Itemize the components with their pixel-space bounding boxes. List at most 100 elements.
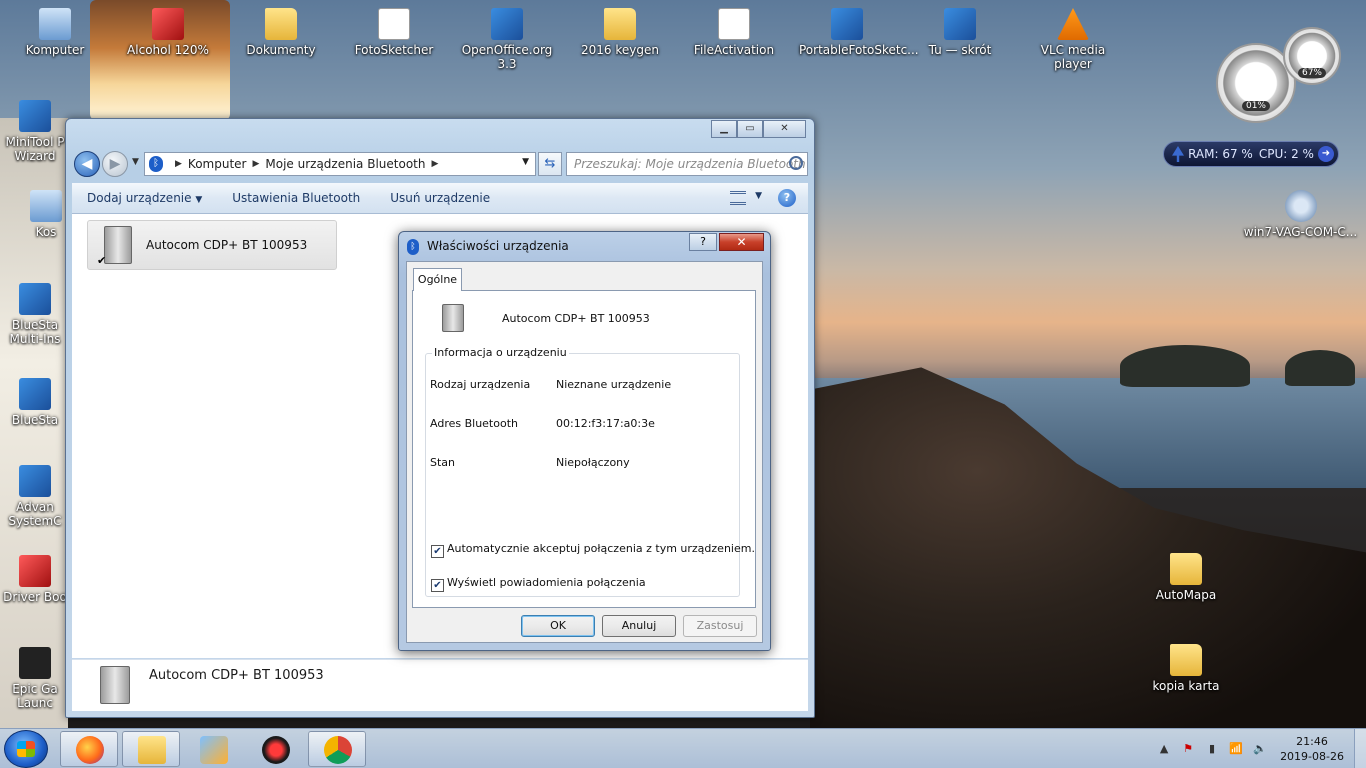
windows-logo-icon: [17, 741, 35, 757]
volume-icon[interactable]: 🔈: [1252, 741, 1268, 757]
start-button[interactable]: [4, 730, 48, 768]
network-signal-icon[interactable]: 📶: [1228, 741, 1244, 757]
desktop-icon-alcohol[interactable]: Alcohol 120%: [120, 8, 216, 57]
back-button[interactable]: ◀: [74, 151, 100, 177]
search-icon[interactable]: [789, 156, 803, 170]
apply-button[interactable]: Zastosuj: [683, 615, 757, 637]
taskbar: ▲ ⚑ ▮ 📶 🔈 21:46 2019-08-26: [0, 728, 1366, 768]
navigation-bar: ◀ ▶ ▼ ᛒ ▶ Komputer ▶ Moje urządzenia Blu…: [72, 149, 808, 179]
show-desktop-button[interactable]: [1354, 729, 1366, 768]
device-type-value: Nieznane urządzenie: [556, 378, 672, 391]
desktop-icon-minitool[interactable]: MiniTool P Wizard: [0, 100, 70, 163]
desktop-icon-driver-booster[interactable]: Driver Boo: [0, 555, 70, 604]
gear-icon: [1284, 190, 1317, 222]
computer-tower-icon: ✔: [97, 226, 132, 267]
close-button[interactable]: ✕: [719, 233, 764, 251]
recycle-bin-icon: [30, 190, 62, 222]
ok-button[interactable]: OK: [521, 615, 595, 637]
desktop-icon-fileactivation[interactable]: FileActivation: [686, 8, 782, 57]
chevron-right-icon[interactable]: ▶: [431, 159, 438, 169]
arrow-right-icon[interactable]: ➜: [1318, 146, 1334, 162]
breadcrumb-bluetooth-devices[interactable]: Moje urządzenia Bluetooth: [265, 157, 425, 171]
show-notifications-checkbox[interactable]: ✔ Wyświetl powiadomienia połączenia: [431, 576, 646, 592]
breadcrumb-computer[interactable]: Komputer: [188, 157, 247, 171]
taskbar-explorer[interactable]: [122, 731, 180, 767]
shortcut-icon: [944, 8, 976, 40]
desktop-icon-computer[interactable]: Komputer: [7, 8, 103, 57]
taskbar-media-player[interactable]: [184, 731, 242, 767]
desktop-icon-advanced-systemcare[interactable]: Advan SystemC: [0, 465, 70, 528]
checkbox-checked[interactable]: ✔: [431, 545, 444, 558]
device-tile[interactable]: ✔ Autocom CDP+ BT 100953: [87, 220, 337, 270]
clock-date: 2019-08-26: [1280, 750, 1344, 763]
dialog-body: Ogólne Autocom CDP+ BT 100953 Informacja…: [406, 261, 763, 643]
remove-device-button[interactable]: Usuń urządzenie: [375, 191, 505, 205]
cancel-button[interactable]: Anuluj: [602, 615, 676, 637]
folder-icon: [138, 736, 166, 764]
bluetooth-settings-button[interactable]: Ustawienia Bluetooth: [217, 191, 375, 205]
taskbar-app-red[interactable]: [246, 731, 304, 767]
search-placeholder: Przeszukaj: Moje urządzenia Bluetooth: [574, 157, 806, 171]
computer-tower-icon: [100, 666, 130, 704]
gear-icon: [262, 736, 290, 764]
desktop-icon-keygen[interactable]: 2016 keygen: [572, 8, 668, 57]
add-device-button[interactable]: Dodaj urządzenie ▼: [72, 191, 217, 205]
battery-icon[interactable]: ▮: [1204, 741, 1220, 757]
chevron-down-icon[interactable]: ▼: [755, 191, 762, 201]
desktop-icon-portablefotosketcher[interactable]: PortableFotoSketc...: [799, 8, 919, 57]
device-info-group: Informacja o urządzeniu Rodzaj urządzeni…: [425, 346, 755, 597]
group-title: Informacja o urządzeniu: [432, 346, 569, 359]
system-tray: ▲ ⚑ ▮ 📶 🔈 21:46 2019-08-26: [1152, 729, 1366, 768]
memory-gauge-gadget[interactable]: 67%: [1283, 27, 1341, 85]
close-button[interactable]: ✕: [763, 120, 806, 138]
rocket-icon: [1172, 146, 1184, 162]
computer-icon: [39, 8, 71, 40]
desktop-icon-vlc[interactable]: VLC media player: [1025, 8, 1121, 71]
change-view-icon[interactable]: [730, 191, 746, 205]
checkbox-checked[interactable]: ✔: [431, 579, 444, 592]
ram-cpu-meter-gadget[interactable]: RAM: 67 % CPU: 2 % ➜: [1163, 141, 1339, 167]
desktop-icon-openoffice[interactable]: OpenOffice.org 3.3: [459, 8, 555, 71]
forward-button[interactable]: ▶: [102, 151, 128, 177]
device-properties-dialog: ᛒ Właściwości urządzenia ? ✕ Ogólne Auto…: [398, 231, 771, 651]
desktop-icon-epic-games[interactable]: Epic Ga Launc: [0, 647, 70, 710]
help-icon[interactable]: ?: [778, 189, 796, 207]
address-bar[interactable]: ᛒ ▶ Komputer ▶ Moje urządzenia Bluetooth…: [144, 152, 536, 176]
tab-general[interactable]: Ogólne: [413, 268, 462, 291]
status-value: Niepołączony: [556, 456, 630, 469]
show-hidden-icons-icon[interactable]: ▲: [1156, 741, 1172, 757]
systemcare-icon: [19, 465, 51, 497]
taskbar-firefox[interactable]: [60, 731, 118, 767]
help-button[interactable]: ?: [689, 233, 717, 251]
folder-icon: [265, 8, 297, 40]
auto-accept-checkbox[interactable]: ✔ Automatycznie akceptuj połączenia z tym…: [431, 542, 755, 558]
media-player-icon: [200, 736, 228, 764]
recent-pages-dropdown[interactable]: ▼: [132, 157, 139, 167]
refresh-button[interactable]: ⇆: [538, 152, 562, 176]
taskbar-chrome[interactable]: [308, 731, 366, 767]
chevron-right-icon[interactable]: ▶: [252, 159, 259, 169]
memory-gauge-value: 67%: [1297, 68, 1326, 78]
fotosketcher-icon: [378, 8, 410, 40]
desktop-icon-automapa[interactable]: AutoMapa: [1138, 553, 1234, 602]
address-dropdown-icon[interactable]: ▼: [522, 157, 529, 167]
desktop-icon-documents[interactable]: Dokumenty: [233, 8, 329, 57]
maximize-button[interactable]: ▭: [737, 120, 763, 138]
search-input[interactable]: Przeszukaj: Moje urządzenia Bluetooth: [566, 152, 808, 176]
details-pane: Autocom CDP+ BT 100953: [72, 659, 808, 711]
vlc-icon: [1057, 8, 1089, 40]
alcohol-icon: [152, 8, 184, 40]
chevron-right-icon[interactable]: ▶: [175, 159, 182, 169]
info-row-device-type: Rodzaj urządzenia Nieznane urządzenie: [430, 378, 672, 391]
clock[interactable]: 21:46 2019-08-26: [1280, 734, 1344, 764]
device-tile-label: Autocom CDP+ BT 100953: [146, 238, 308, 252]
desktop-icon-kopia-karta[interactable]: kopia karta: [1138, 644, 1234, 693]
openoffice-icon: [491, 8, 523, 40]
minimize-button[interactable]: ▁: [711, 120, 737, 138]
desktop-icon-fotosketcher[interactable]: FotoSketcher: [346, 8, 442, 57]
desktop-icon-bluestacks[interactable]: BlueSta: [0, 378, 70, 427]
desktop-icon-bluestacks-multi[interactable]: BlueSta Multi-Ins: [0, 283, 70, 346]
action-center-icon[interactable]: ⚑: [1180, 741, 1196, 757]
desktop-icon-shortcut[interactable]: Tu — skrót: [912, 8, 1008, 57]
desktop-icon-vag-com[interactable]: win7-VAG-COM-C...: [1243, 190, 1358, 239]
